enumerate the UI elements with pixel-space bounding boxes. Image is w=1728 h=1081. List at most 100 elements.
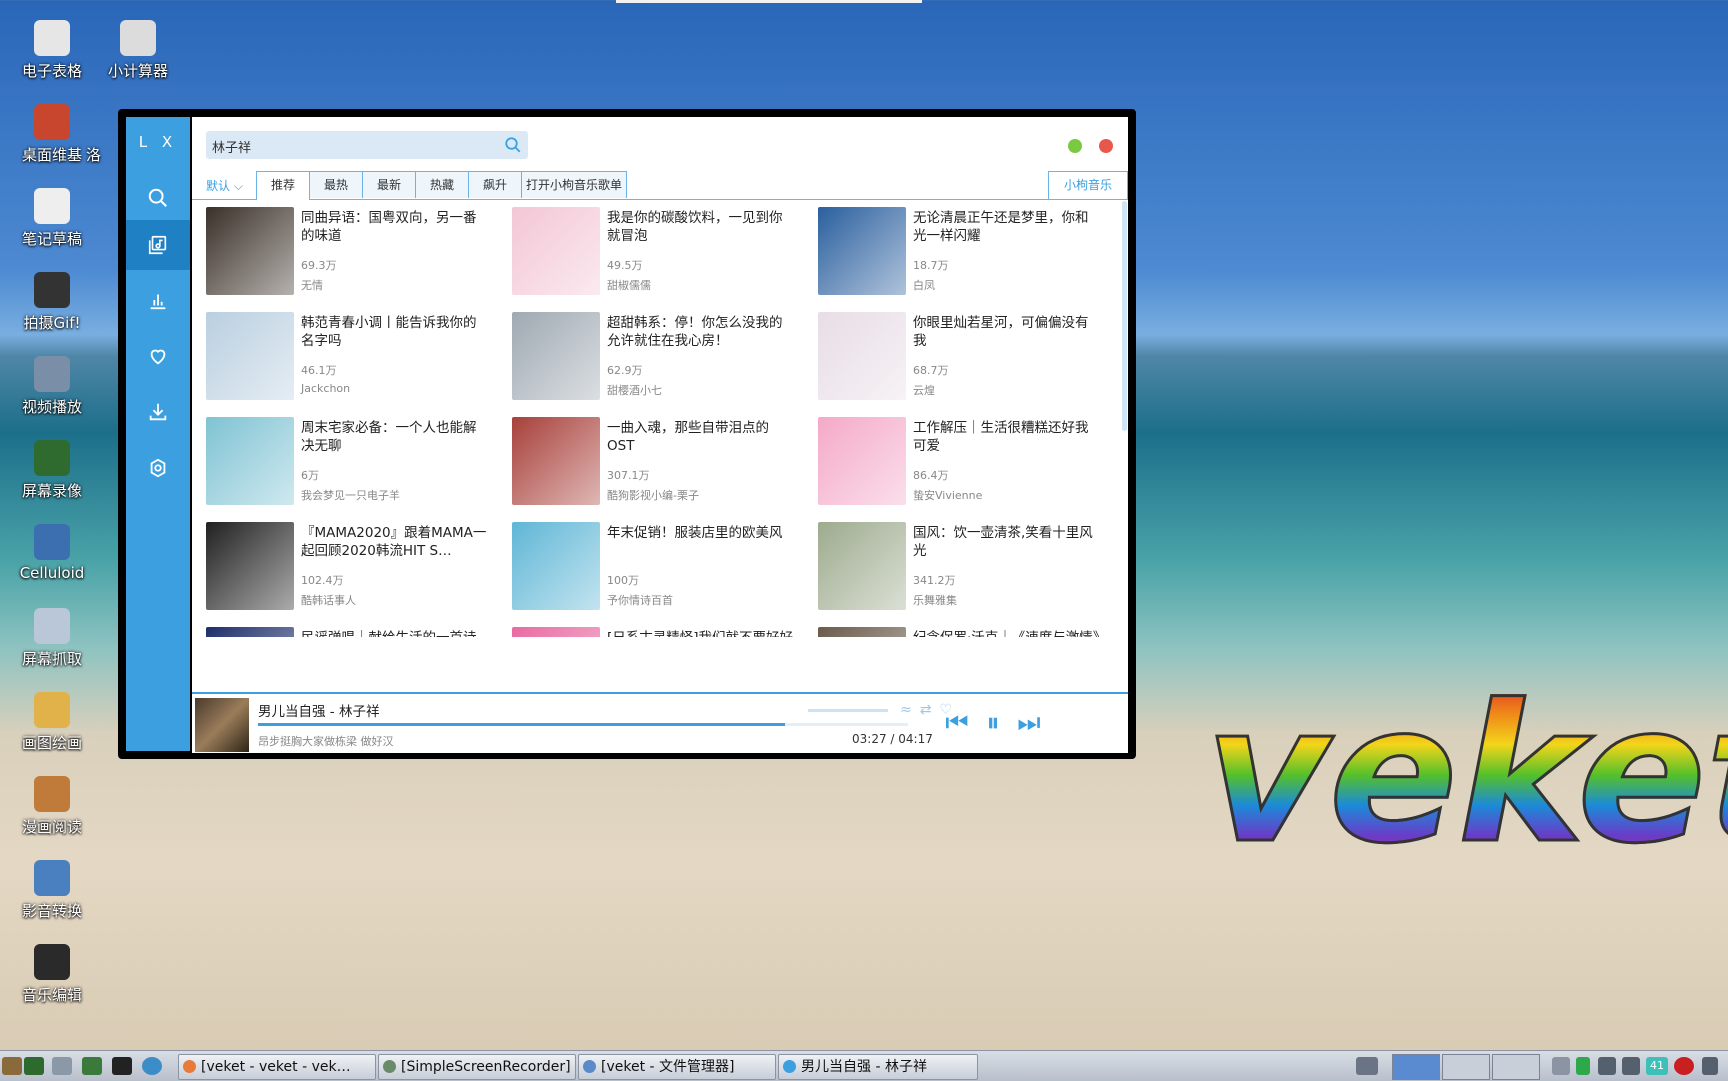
playlist-cover[interactable] bbox=[206, 207, 294, 295]
tab-newest[interactable]: 最新 bbox=[362, 171, 416, 198]
playlist-title[interactable]: 工作解压｜生活很糟糕还好我可爱 bbox=[913, 419, 1101, 455]
nav-settings[interactable] bbox=[126, 443, 190, 493]
nav-leaderboard[interactable] bbox=[126, 275, 190, 325]
tab-hottest[interactable]: 最热 bbox=[309, 171, 363, 198]
repeat-icon[interactable]: ⇄ bbox=[920, 702, 940, 718]
playlist-cover[interactable] bbox=[512, 207, 600, 295]
playlist-title[interactable]: 周末宅家必备：一个人也能解决无聊 bbox=[301, 419, 489, 455]
desktop-icon[interactable]: 屏幕抓取 bbox=[8, 586, 96, 669]
playlist-title[interactable]: 无论清晨正午还是梦里，你和光一样闪耀 bbox=[913, 209, 1101, 245]
prev-icon[interactable]: ⏮ bbox=[942, 708, 972, 738]
playlist-cover[interactable] bbox=[818, 312, 906, 400]
playlist-card[interactable]: 周末宅家必备：一个人也能解决无聊 6万 我会梦见一只电子羊 bbox=[206, 417, 496, 507]
tab-open-playlist[interactable]: 打开小枸音乐歌单 bbox=[521, 171, 627, 198]
playlist-cover[interactable] bbox=[818, 627, 906, 637]
playlist-title[interactable]: 民谣弹唱｜献给生活的一首诗 bbox=[301, 629, 489, 637]
progress-bar[interactable] bbox=[258, 723, 908, 726]
playlist-cover[interactable] bbox=[512, 417, 600, 505]
tab-rising[interactable]: 飙升 bbox=[468, 171, 522, 198]
playlist-cover[interactable] bbox=[512, 522, 600, 610]
desktop-icon[interactable]: 影音转换 bbox=[8, 838, 96, 921]
playlist-cover[interactable] bbox=[818, 417, 906, 505]
playlist-card[interactable]: 『MAMA2020』跟着MAMA一起回顾2020韩流HIT S… 102.4万 酷韩… bbox=[206, 522, 496, 612]
playlist-cover[interactable] bbox=[512, 312, 600, 400]
lyric-icon[interactable]: ≈ bbox=[900, 702, 920, 718]
globe-icon[interactable] bbox=[142, 1057, 162, 1075]
desktop-icon[interactable]: 漫画阅读 bbox=[8, 754, 96, 837]
playlist-title[interactable]: 同曲异语：国粤双向，另一番的味道 bbox=[301, 209, 489, 245]
playlist-title[interactable]: 你眼里灿若星河，可偏偏没有我 bbox=[913, 314, 1101, 350]
playlist-cover[interactable] bbox=[206, 627, 294, 637]
playlist-cover[interactable] bbox=[206, 522, 294, 610]
playlist-card[interactable]: 韩范青春小调丨能告诉我你的名字吗 46.1万 Jackchon bbox=[206, 312, 496, 402]
minimize-button[interactable] bbox=[1068, 139, 1082, 153]
playlist-card[interactable]: 一曲入魂，那些自带泪点的OST 307.1万 酷狗影视小编-栗子 bbox=[512, 417, 802, 507]
search-icon[interactable] bbox=[504, 136, 522, 154]
workspace-3[interactable] bbox=[1492, 1054, 1540, 1080]
taskbar-task[interactable]: [veket - veket - vek… bbox=[178, 1054, 376, 1080]
desktop-icon[interactable]: Celluloid bbox=[8, 502, 96, 582]
taskbar-task[interactable]: [veket - 文件管理器] bbox=[578, 1054, 776, 1080]
tools-icon[interactable] bbox=[52, 1057, 72, 1075]
playlist-title[interactable]: 超甜韩系：停！你怎么没我的允许就住在我心房！ bbox=[607, 314, 795, 350]
next-icon[interactable]: ⏭ bbox=[1014, 708, 1044, 738]
playlist-card[interactable]: 超甜韩系：停！你怎么没我的允许就住在我心房！ 62.9万 甜樱酒小七 bbox=[512, 312, 802, 402]
keyboard-icon[interactable] bbox=[1552, 1057, 1570, 1075]
playlist-card[interactable]: 民谣弹唱｜献给生活的一首诗 bbox=[206, 627, 496, 637]
power-icon[interactable] bbox=[1702, 1057, 1718, 1075]
scrollbar[interactable] bbox=[1122, 201, 1127, 431]
playlist-card[interactable]: 年末促销！服装店里的欧美风 100万 予你情诗百首 bbox=[512, 522, 802, 612]
playlist-cover[interactable] bbox=[206, 417, 294, 505]
sort-dropdown[interactable]: 默认 ⌵ bbox=[206, 177, 243, 194]
playlist-title[interactable]: 我是你的碳酸饮料，一见到你就冒泡 bbox=[607, 209, 795, 245]
play-icon[interactable] bbox=[82, 1057, 102, 1075]
taskbar-task[interactable]: [SimpleScreenRecorder] bbox=[378, 1054, 576, 1080]
tray-badge[interactable]: 41 bbox=[1646, 1057, 1668, 1075]
tab-hot-collect[interactable]: 热藏 bbox=[415, 171, 469, 198]
playlist-title[interactable]: 『MAMA2020』跟着MAMA一起回顾2020韩流HIT S… bbox=[301, 524, 489, 560]
playlist-cover[interactable] bbox=[818, 207, 906, 295]
network-icon[interactable] bbox=[1598, 1057, 1616, 1075]
menu-icon[interactable] bbox=[2, 1057, 22, 1075]
workspace-2[interactable] bbox=[1442, 1054, 1490, 1080]
playlist-title[interactable]: 国风：饮一壶清茶,笑看十里风光 bbox=[913, 524, 1101, 560]
terminal-icon[interactable] bbox=[112, 1057, 132, 1075]
playlist-card[interactable]: 我是你的碳酸饮料，一见到你就冒泡 49.5万 甜椒儒儒 bbox=[512, 207, 802, 297]
desktop-icon[interactable]: 笔记草稿 bbox=[8, 166, 96, 249]
search-input[interactable] bbox=[210, 131, 494, 161]
desktop-icon[interactable]: 电子表格 bbox=[8, 0, 96, 81]
playlist-title[interactable]: 韩范青春小调丨能告诉我你的名字吗 bbox=[301, 314, 489, 350]
desktop-icon[interactable]: 视频播放 bbox=[8, 334, 96, 417]
tab-recommend[interactable]: 推荐 bbox=[256, 171, 310, 200]
record-icon[interactable] bbox=[1674, 1057, 1694, 1075]
playlist-card[interactable]: [日系古灵精怪]我们就不要好好唱歌 bbox=[512, 627, 802, 637]
desktop-icon[interactable]: 画图绘画 bbox=[8, 670, 96, 753]
playlist-title[interactable]: 年末促销！服装店里的欧美风 bbox=[607, 524, 795, 542]
playlist-cover[interactable] bbox=[818, 522, 906, 610]
volume-icon[interactable] bbox=[1622, 1057, 1640, 1075]
desktop-icon[interactable]: 屏幕录像 bbox=[8, 418, 96, 501]
storage-icon[interactable] bbox=[1576, 1057, 1590, 1075]
playlist-card[interactable]: 同曲异语：国粤双向，另一番的味道 69.3万 无情 bbox=[206, 207, 496, 297]
taskbar-task[interactable]: 男儿当自强 - 林子祥 bbox=[778, 1054, 978, 1080]
desktop-icon[interactable]: 小计算器 bbox=[94, 0, 182, 81]
printer-icon[interactable] bbox=[1356, 1057, 1378, 1075]
volume-slider[interactable] bbox=[808, 709, 888, 712]
playlist-title[interactable]: 一曲入魂，那些自带泪点的OST bbox=[607, 419, 795, 455]
nav-download[interactable] bbox=[126, 387, 190, 437]
playlist-card[interactable]: 国风：饮一壶清茶,笑看十里风光 341.2万 乐舞雅集 bbox=[818, 522, 1108, 612]
desktop-icon[interactable]: 拍摄Gif! bbox=[8, 250, 96, 333]
playlist-card[interactable]: 无论清晨正午还是梦里，你和光一样闪耀 18.7万 白凤 bbox=[818, 207, 1108, 297]
playlist-cover[interactable] bbox=[206, 312, 294, 400]
now-playing-cover[interactable] bbox=[195, 698, 249, 752]
desktop-icon[interactable]: 桌面维基 bbox=[8, 82, 96, 165]
playlist-title[interactable]: [日系古灵精怪]我们就不要好好唱歌 bbox=[607, 629, 795, 637]
nav-search[interactable] bbox=[126, 173, 190, 223]
playlist-card[interactable]: 你眼里灿若星河，可偏偏没有我 68.7万 云煌 bbox=[818, 312, 1108, 402]
monitor-icon[interactable] bbox=[24, 1057, 44, 1075]
playlist-cover[interactable] bbox=[512, 627, 600, 637]
playlist-card[interactable]: 纪念保罗·沃克｜《速度与激情》系列配乐精选 bbox=[818, 627, 1108, 637]
source-selector[interactable]: 小枸音乐 bbox=[1048, 171, 1128, 199]
pause-icon[interactable]: ⏸ bbox=[978, 708, 1008, 738]
nav-favorites[interactable] bbox=[126, 331, 190, 381]
